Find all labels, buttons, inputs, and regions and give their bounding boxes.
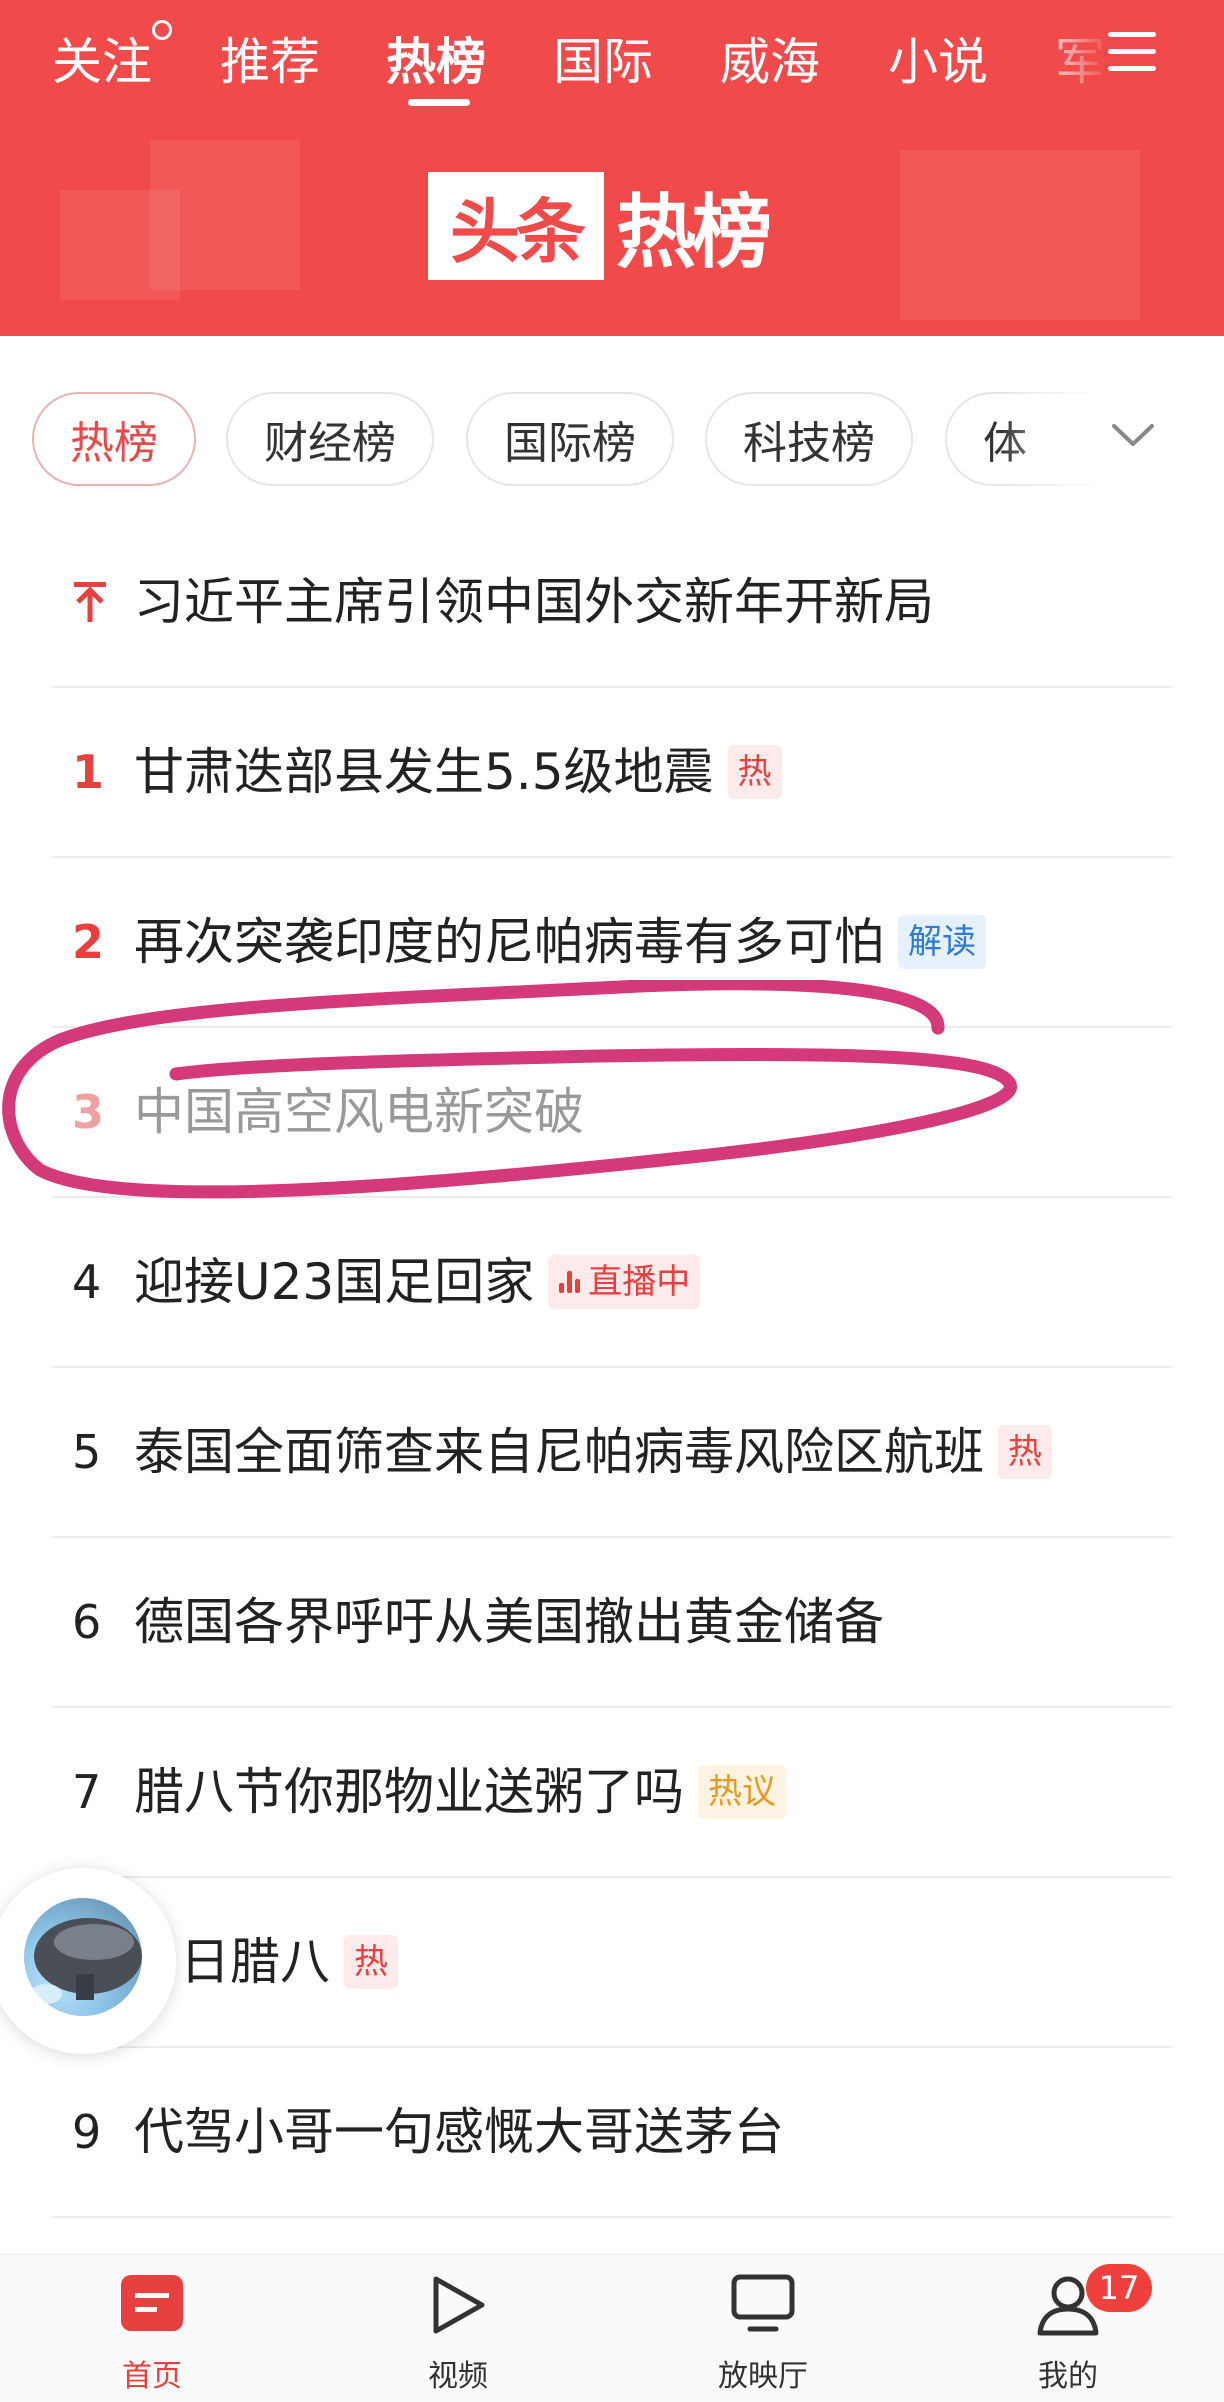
menu-icon[interactable] — [1108, 30, 1160, 74]
header-decoration — [60, 190, 180, 300]
item-rank: 7 — [72, 1765, 102, 1819]
notification-badge: 17 — [1086, 2264, 1152, 2312]
nav-home[interactable]: 首页 — [72, 2255, 232, 2402]
chip-finance[interactable]: 财经榜 — [226, 392, 434, 486]
channel-tabs: 关注 推荐 热榜 国际 威海 小说 军 — [0, 0, 1224, 112]
item-rank: 5 — [72, 1425, 102, 1479]
item-title-text: 腊八节你那物业送粥了吗 — [134, 1763, 684, 1821]
nav-mine-label: 我的 — [1038, 2359, 1098, 2394]
list-item[interactable]: 7 腊八节你那物业送粥了吗 热议 — [52, 1708, 1172, 1878]
item-title: 腊八节你那物业送粥了吗 热议 — [134, 1708, 786, 1876]
floating-avatar[interactable] — [24, 1898, 142, 2016]
hot-tag: 热 — [998, 1424, 1052, 1479]
item-title: 中国高空风电新突破 — [134, 1083, 584, 1141]
pin-top-icon — [74, 582, 106, 622]
item-rank: 2 — [72, 915, 105, 969]
header-decoration — [900, 150, 1140, 320]
list-item[interactable]: 5 泰国全面筛查来自尼帕病毒风险区航班热 — [52, 1368, 1172, 1538]
item-title-text: 再次突袭印度的尼帕病毒有多可怕 — [134, 913, 884, 971]
item-title: 再次突袭印度的尼帕病毒有多可怕 解读 — [134, 858, 986, 1026]
tab-hot-list[interactable]: 热榜 — [386, 22, 486, 94]
hot-tag: 热 — [344, 1934, 398, 1989]
chip-international[interactable]: 国际榜 — [466, 392, 674, 486]
active-tab-underline — [408, 99, 470, 106]
list-item[interactable]: 6 德国各界呼吁从美国撤出黄金储备 — [52, 1538, 1172, 1708]
list-item[interactable]: 3 中国高空风电新突破 — [52, 1028, 1172, 1198]
tab-recommend[interactable]: 推荐 — [220, 22, 320, 94]
read-tag: 解读 — [898, 914, 986, 969]
item-title-text: 日腊八 — [180, 1933, 330, 1991]
chip-hot-list[interactable]: 热榜 — [32, 392, 196, 486]
item-rank: 4 — [72, 1255, 102, 1309]
logo-box: 头条 — [428, 172, 604, 280]
item-title: 甘肃迭部县发生5.5级地震热 — [134, 688, 782, 856]
item-title: 泰国全面筛查来自尼帕病毒风险区航班热 — [134, 1368, 1052, 1536]
hot-tag: 热 — [727, 744, 782, 799]
item-rank: 1 — [72, 745, 105, 799]
item-title-text: 泰国全面筛查来自尼帕病毒风险区航班 — [134, 1423, 984, 1481]
list-item[interactable]: 2 再次突袭印度的尼帕病毒有多可怕 解读 — [52, 858, 1172, 1028]
item-title: 代驾小哥一句感慨大哥送茅台 — [134, 2103, 784, 2161]
live-tag: 直播中 — [548, 1254, 701, 1309]
toutiao-hot-list-logo: 头条 热榜 — [428, 172, 772, 280]
play-icon — [433, 2276, 485, 2334]
item-title: 日腊八热 — [180, 1878, 398, 2046]
list-item[interactable]: 习近平主席引领中国外交新年开新局 — [52, 518, 1172, 688]
chevron-down-icon[interactable] — [1110, 412, 1156, 458]
item-title-text: 迎接U23国足回家 — [134, 1253, 535, 1311]
live-tag-label: 直播中 — [588, 1261, 691, 1302]
tab-novel[interactable]: 小说 — [888, 22, 988, 94]
tab-weihai[interactable]: 威海 — [720, 22, 820, 94]
nav-video[interactable]: 视频 — [378, 2255, 538, 2402]
tab-follow[interactable]: 关注 — [52, 22, 152, 94]
hot-list-header: 关注 推荐 热榜 国际 威海 小说 军 头条 热榜 — [0, 0, 1224, 336]
nav-theater[interactable]: 放映厅 — [683, 2255, 843, 2402]
tab-international[interactable]: 国际 — [553, 22, 653, 94]
item-rank: 6 — [72, 1595, 102, 1649]
logo-text: 热榜 — [616, 186, 772, 279]
list-item[interactable]: 1 甘肃迭部县发生5.5级地震热 — [52, 688, 1172, 858]
category-chips: 热榜 财经榜 国际榜 科技榜 体 — [0, 388, 1224, 492]
nav-theater-label: 放映厅 — [718, 2359, 808, 2394]
item-title: 德国各界呼吁从美国撤出黄金储备 — [134, 1593, 884, 1651]
list-item[interactable]: 日腊八热 — [52, 1878, 1172, 2048]
live-bars-icon — [558, 1269, 582, 1293]
item-title-text: 甘肃迭部县发生5.5级地震 — [134, 743, 714, 801]
item-rank: 9 — [72, 2105, 102, 2159]
item-rank: 3 — [72, 1085, 105, 1139]
chip-technology[interactable]: 科技榜 — [705, 392, 913, 486]
follow-notification-dot — [152, 20, 172, 40]
tabs-fade — [1030, 0, 1110, 112]
tv-icon — [731, 2274, 795, 2332]
discuss-tag: 热议 — [698, 1764, 786, 1819]
nav-video-label: 视频 — [428, 2359, 488, 2394]
item-title: 迎接U23国足回家 直播中 — [134, 1198, 701, 1366]
avatar-image — [30, 1918, 142, 2004]
bottom-navigation: 首页 视频 放映厅 我的 — [0, 2254, 1224, 2402]
list-item[interactable]: 9 代驾小哥一句感慨大哥送茅台 — [52, 2048, 1172, 2218]
list-item[interactable]: 4 迎接U23国足回家 直播中 — [52, 1198, 1172, 1368]
item-title: 习近平主席引领中国外交新年开新局 — [134, 573, 934, 631]
nav-home-label: 首页 — [122, 2359, 182, 2394]
home-icon — [121, 2275, 183, 2331]
